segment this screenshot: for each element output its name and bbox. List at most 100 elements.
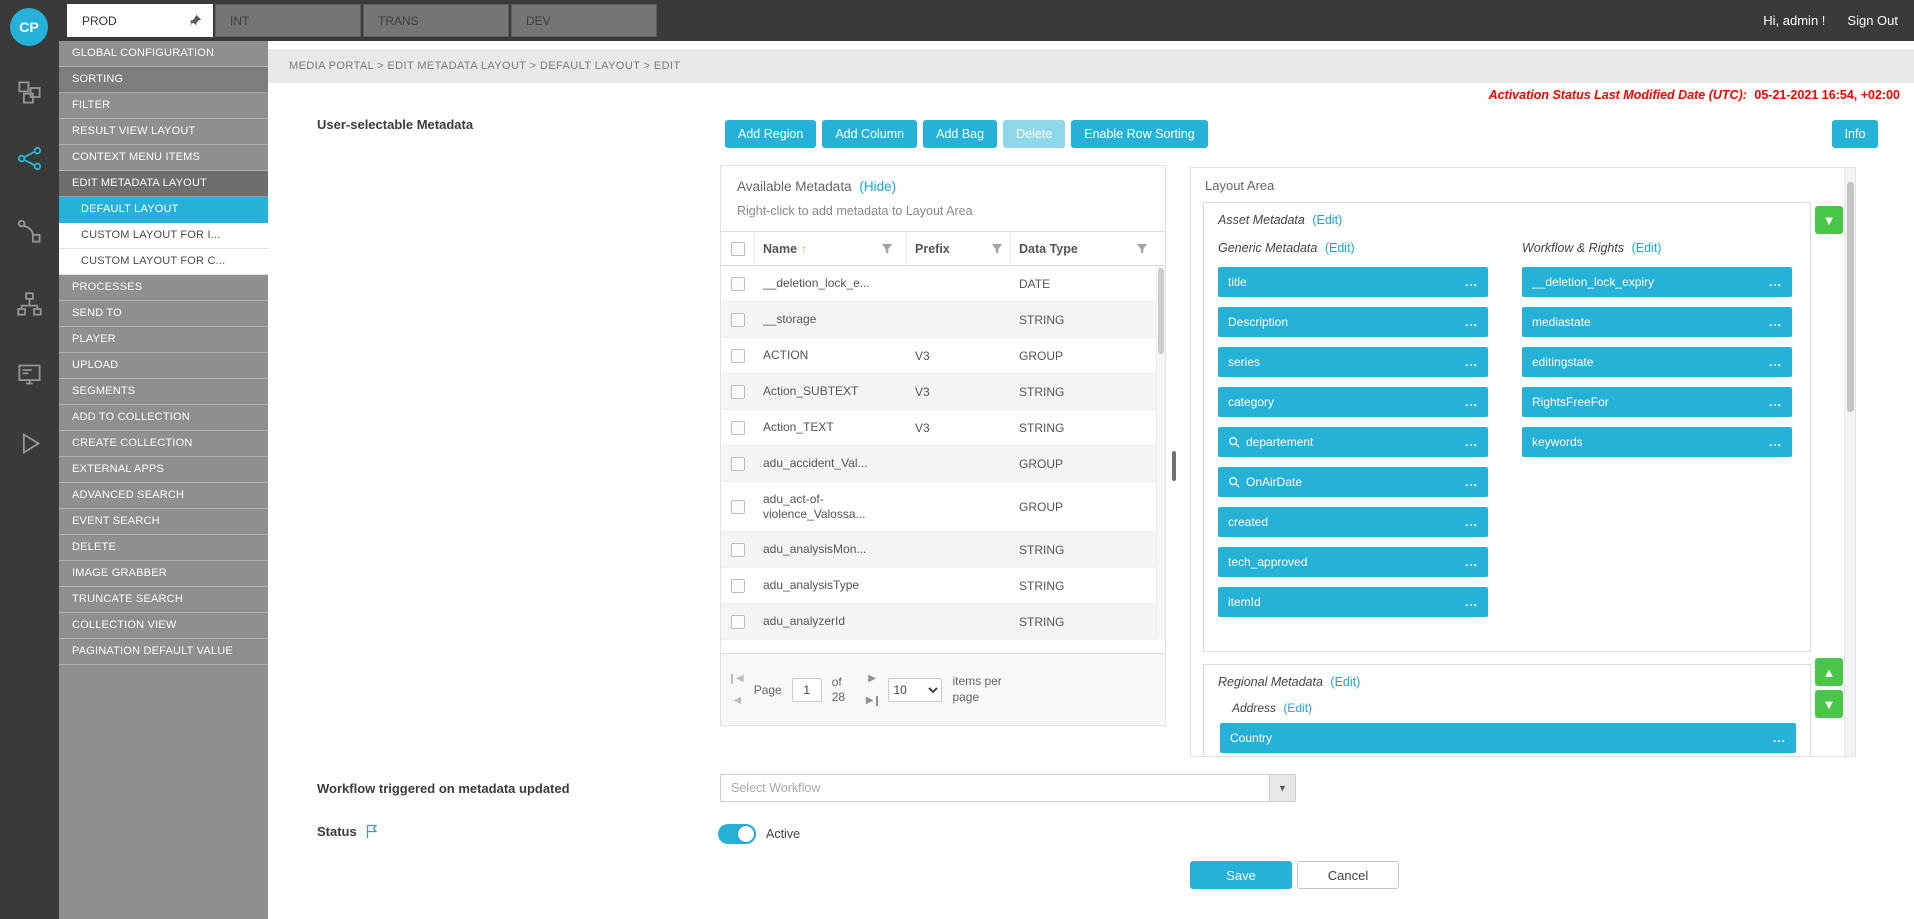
table-row[interactable]: Action_TEXT V3 STRING (721, 410, 1165, 446)
metadata-chip-rightsfreefor[interactable]: RightsFreeFor ... (1522, 387, 1792, 417)
sidebar-item-filter[interactable]: FILTER (59, 93, 268, 119)
chip-menu-icon[interactable]: ... (1465, 520, 1478, 525)
table-scrollbar[interactable] (1156, 266, 1165, 640)
generic-metadata-edit-link[interactable]: (Edit) (1325, 241, 1355, 255)
row-checkbox[interactable] (731, 457, 745, 471)
workflow-icon[interactable] (16, 145, 43, 172)
chevron-down-icon[interactable]: ▼ (1269, 775, 1295, 801)
table-row[interactable]: Action_SUBTEXT V3 STRING (721, 374, 1165, 410)
chip-menu-icon[interactable]: ... (1465, 400, 1478, 405)
sidebar-item-custom-layout-for-i[interactable]: CUSTOM LAYOUT FOR I... (59, 223, 268, 249)
chip-menu-icon[interactable]: ... (1769, 320, 1782, 325)
row-checkbox[interactable] (731, 579, 745, 593)
row-checkbox[interactable] (731, 500, 745, 514)
assets-icon[interactable] (16, 79, 43, 106)
info-button[interactable]: Info (1832, 120, 1878, 148)
next-page-button[interactable]: ▶ (868, 674, 876, 684)
table-row[interactable]: __deletion_lock_e... DATE (721, 266, 1165, 302)
sidebar-item-custom-layout-for-c[interactable]: CUSTOM LAYOUT FOR C... (59, 249, 268, 275)
chip-menu-icon[interactable]: ... (1769, 440, 1782, 445)
table-row[interactable]: ACTION V3 GROUP (721, 338, 1165, 374)
add-column-button[interactable]: Add Column (822, 120, 917, 148)
first-page-button[interactable]: ◀ (731, 674, 744, 684)
chip-menu-icon[interactable]: ... (1465, 320, 1478, 325)
sidebar-item-default-layout[interactable]: DEFAULT LAYOUT (59, 197, 268, 223)
row-checkbox[interactable] (731, 277, 745, 291)
metadata-chip-deletion-lock-expiry[interactable]: __deletion_lock_expiry ... (1522, 267, 1792, 297)
table-row[interactable]: adu_accident_Val... GROUP (721, 446, 1165, 482)
row-checkbox[interactable] (731, 349, 745, 363)
row-checkbox[interactable] (731, 385, 745, 399)
player-icon[interactable] (16, 430, 43, 457)
filter-funnel-icon[interactable] (991, 243, 1003, 255)
previous-page-button[interactable]: ◀ (734, 696, 742, 706)
sidebar-item-image-grabber[interactable]: IMAGE GRABBER (59, 561, 268, 587)
hierarchy-icon[interactable] (16, 291, 43, 318)
status-toggle[interactable] (718, 824, 756, 844)
add-region-button[interactable]: Add Region (725, 120, 816, 148)
last-page-button[interactable]: ▶ (866, 696, 879, 706)
table-row[interactable]: __storage STRING (721, 302, 1165, 338)
sidebar-item-global-configuration[interactable]: GLOBAL CONFIGURATION (59, 41, 268, 67)
scrollbar-thumb[interactable] (1847, 182, 1854, 412)
metadata-chip-created[interactable]: created ... (1218, 507, 1488, 537)
chip-menu-icon[interactable]: ... (1773, 736, 1786, 741)
metadata-chip-itemid[interactable]: itemId ... (1218, 587, 1488, 617)
sidebar-item-pagination-default-value[interactable]: PAGINATION DEFAULT VALUE (59, 639, 268, 665)
tab-trans[interactable]: TRANS (363, 4, 509, 37)
chip-menu-icon[interactable]: ... (1465, 360, 1478, 365)
metadata-chip-editingstate[interactable]: editingstate ... (1522, 347, 1792, 377)
metadata-chip-keywords[interactable]: keywords ... (1522, 427, 1792, 457)
row-checkbox[interactable] (731, 313, 745, 327)
country-chip[interactable]: Country ... (1220, 723, 1796, 753)
scrollbar-thumb[interactable] (1158, 268, 1164, 354)
app-logo[interactable]: CP (10, 8, 48, 46)
row-checkbox[interactable] (731, 615, 745, 629)
address-edit-link[interactable]: (Edit) (1283, 701, 1312, 715)
metadata-chip-description[interactable]: Description ... (1218, 307, 1488, 337)
tab-prod[interactable]: PROD (67, 4, 213, 37)
column-header-prefix[interactable]: Prefix (915, 242, 950, 256)
enable-row-sorting-button[interactable]: Enable Row Sorting (1071, 120, 1207, 148)
sidebar-item-collection-view[interactable]: COLLECTION VIEW (59, 613, 268, 639)
sidebar-item-truncate-search[interactable]: TRUNCATE SEARCH (59, 587, 268, 613)
sidebar-item-event-search[interactable]: EVENT SEARCH (59, 509, 268, 535)
sidebar-item-delete[interactable]: DELETE (59, 535, 268, 561)
metadata-chip-departement[interactable]: departement ... (1218, 427, 1488, 457)
sidebar-item-advanced-search[interactable]: ADVANCED SEARCH (59, 483, 268, 509)
metadata-chip-mediastate[interactable]: mediastate ... (1522, 307, 1792, 337)
chip-menu-icon[interactable]: ... (1465, 440, 1478, 445)
page-number-input[interactable] (792, 678, 822, 702)
chip-menu-icon[interactable]: ... (1769, 360, 1782, 365)
tab-dev[interactable]: DEV (511, 4, 657, 37)
cancel-button[interactable]: Cancel (1297, 861, 1399, 889)
metadata-chip-tech-approved[interactable]: tech_approved ... (1218, 547, 1488, 577)
table-row[interactable]: adu_analysisMon... STRING (721, 532, 1165, 568)
chip-menu-icon[interactable]: ... (1465, 280, 1478, 285)
save-button[interactable]: Save (1190, 861, 1292, 889)
workflow-rights-edit-link[interactable]: (Edit) (1632, 241, 1662, 255)
sign-out-link[interactable]: Sign Out (1847, 13, 1898, 28)
metadata-chip-title[interactable]: title ... (1218, 267, 1488, 297)
process-icon[interactable] (16, 218, 43, 245)
chip-menu-icon[interactable]: ... (1769, 280, 1782, 285)
metadata-chip-onairdate[interactable]: OnAirDate ... (1218, 467, 1488, 497)
workflow-select[interactable]: Select Workflow ▼ (720, 774, 1296, 802)
table-row[interactable]: adu_analysisType STRING (721, 568, 1165, 604)
sidebar-item-send-to[interactable]: SEND TO (59, 301, 268, 327)
page-size-select[interactable]: 10 (888, 678, 942, 702)
chip-menu-icon[interactable]: ... (1465, 600, 1478, 605)
move-region-down-button[interactable]: ▼ (1815, 206, 1843, 234)
regional-metadata-edit-link[interactable]: (Edit) (1330, 675, 1360, 689)
row-checkbox[interactable] (731, 421, 745, 435)
sidebar-item-segments[interactable]: SEGMENTS (59, 379, 268, 405)
sidebar-item-add-to-collection[interactable]: ADD TO COLLECTION (59, 405, 268, 431)
select-all-checkbox[interactable] (731, 242, 745, 256)
metadata-chip-series[interactable]: series ... (1218, 347, 1488, 377)
sidebar-item-external-apps[interactable]: EXTERNAL APPS (59, 457, 268, 483)
move-region-up-button[interactable]: ▲ (1815, 658, 1843, 686)
chip-menu-icon[interactable]: ... (1465, 480, 1478, 485)
asset-metadata-edit-link[interactable]: (Edit) (1312, 213, 1342, 227)
panel-splitter-handle[interactable] (1172, 451, 1176, 481)
move-region-down-button-2[interactable]: ▼ (1815, 690, 1843, 718)
